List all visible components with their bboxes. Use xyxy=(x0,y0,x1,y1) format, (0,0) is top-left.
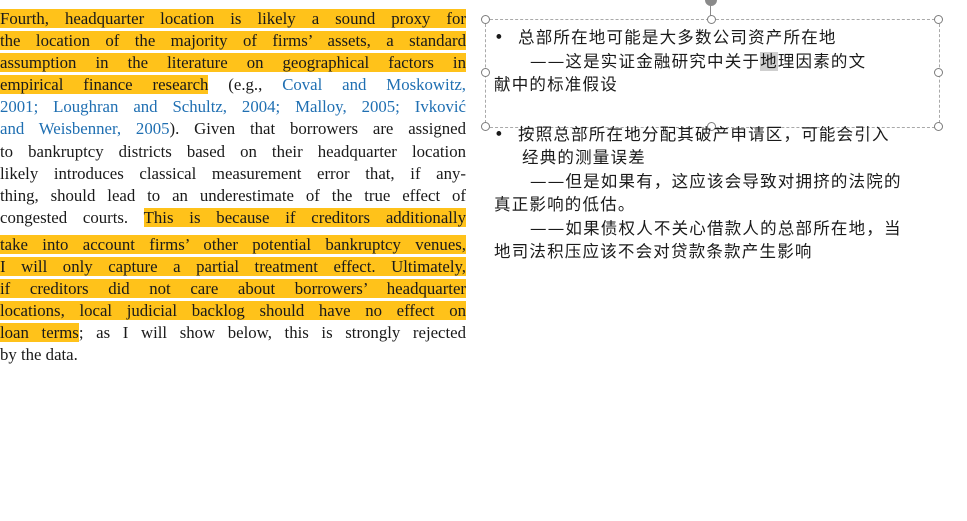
highlighted-text: if creditors did not care about borrower… xyxy=(0,279,466,299)
paper-text: to bankruptcy districts based on their h… xyxy=(0,141,466,161)
note-sub-1[interactable]: ——这是实证金融研究中关于地理因素的文 xyxy=(494,50,964,74)
paper-text: likely introduces classical measurement … xyxy=(0,163,466,183)
highlighted-text: the location of the majority of firms’ a… xyxy=(0,31,466,51)
paper-line: if creditors did not care about borrower… xyxy=(0,278,466,300)
paper-line: assumption in the literature on geograph… xyxy=(0,52,466,74)
note-bullet-2-continuation: 经典的测量误差 xyxy=(522,148,646,167)
bullet-dot: • xyxy=(494,124,505,144)
paper-line: 2001; Loughran and Schultz, 2004; Malloy… xyxy=(0,96,466,118)
paper-line: empirical finance research (e.g., Coval … xyxy=(0,74,466,96)
paper-line: by the data. xyxy=(0,344,466,366)
paper-line: congested courts. This is because if cre… xyxy=(0,207,466,229)
resize-handle-bottom-left[interactable] xyxy=(481,122,490,131)
paper-line: Fourth, headquarter location is likely a… xyxy=(0,8,466,30)
highlighted-text: This is because if creditors additionall… xyxy=(143,207,466,227)
citation-link[interactable]: 2001; Loughran and Schultz, 2004; Malloy… xyxy=(0,97,466,116)
text-selection: 地 xyxy=(760,51,778,71)
highlighted-text: assumption in the literature on geograph… xyxy=(0,53,466,73)
citation-link[interactable]: Coval and Moskowitz, xyxy=(282,75,466,94)
note-sub-2-continuation: 真正影响的低估。 xyxy=(494,195,636,214)
note-bullet-2[interactable]: • 按照总部所在地分配其破产申请区，可能会引入 xyxy=(494,123,964,147)
resize-handle-top-left[interactable] xyxy=(481,15,490,24)
resize-handle-middle-left[interactable] xyxy=(481,68,490,77)
paper-text: thing, should lead to an underestimate o… xyxy=(0,185,466,205)
paper-text: congested courts. xyxy=(0,207,144,227)
paper-line: locations, local judicial backlog should… xyxy=(0,300,466,322)
paper-text: (e.g., xyxy=(208,75,283,95)
paper-line: the location of the majority of firms’ a… xyxy=(0,30,466,52)
bullet-dot: • xyxy=(494,28,505,47)
paper-line: likely introduces classical measurement … xyxy=(0,163,466,185)
note-sub-1-continuation: 献中的标准假设 xyxy=(494,75,618,94)
highlighted-text: locations, local judicial backlog should… xyxy=(0,301,466,321)
paper-line: loan terms; as I will show below, this i… xyxy=(0,322,466,344)
paper-line: to bankruptcy districts based on their h… xyxy=(0,141,466,163)
note-bullet-1[interactable]: • 总部所在地可能是大多数公司资产所在地 xyxy=(494,26,964,50)
highlighted-text: loan terms xyxy=(0,323,79,343)
note-sub-2: ——但是如果有，这应该会导致对拥挤的法院的 xyxy=(530,171,902,191)
rotate-handle[interactable] xyxy=(705,0,717,6)
resize-handle-top-right[interactable] xyxy=(934,15,943,24)
paper-line: I will only capture a partial treatment … xyxy=(0,256,466,278)
highlighted-text: Fourth, headquarter location is likely a… xyxy=(0,9,466,28)
note-sub-1-prefix: ——这是实证金融研究中关于 xyxy=(530,51,761,71)
highlighted-text: I will only capture a partial treatment … xyxy=(0,257,466,277)
paper-line: take into account firms’ other potential… xyxy=(0,234,466,256)
note-bullet-2-text: 按照总部所在地分配其破产申请区，可能会引入 xyxy=(518,124,890,144)
paper-line: thing, should lead to an underestimate o… xyxy=(0,185,466,207)
highlighted-text: take into account firms’ other potential… xyxy=(0,234,466,254)
paper-excerpt: Fourth, headquarter location is likely a… xyxy=(0,8,466,367)
document-canvas: Fourth, headquarter location is likely a… xyxy=(0,0,967,521)
note-sub-1-suffix: 理因素的文 xyxy=(777,51,867,71)
note-sub-3: ——如果债权人不关心借款人的总部所在地，当 xyxy=(530,218,902,238)
paper-line: and Weisbenner, 2005). Given that borrow… xyxy=(0,118,466,140)
resize-handle-top-center[interactable] xyxy=(707,15,716,24)
citation-link[interactable]: and Weisbenner, 2005 xyxy=(0,119,170,138)
note-bullet-1-text: 总部所在地可能是大多数公司资产所在地 xyxy=(518,28,837,47)
note-sub-3-continuation: 地司法积压应该不会对贷款条款产生影响 xyxy=(494,242,813,261)
paper-text: by the data. xyxy=(0,345,78,365)
paper-text: ; as I will show below, this is strongly… xyxy=(78,323,467,343)
chinese-notes[interactable]: • 总部所在地可能是大多数公司资产所在地 ——这是实证金融研究中关于地理因素的文 … xyxy=(494,26,964,264)
paper-text: ). Given that borrowers are assigned xyxy=(169,119,467,139)
highlighted-text: empirical finance research xyxy=(0,75,209,95)
